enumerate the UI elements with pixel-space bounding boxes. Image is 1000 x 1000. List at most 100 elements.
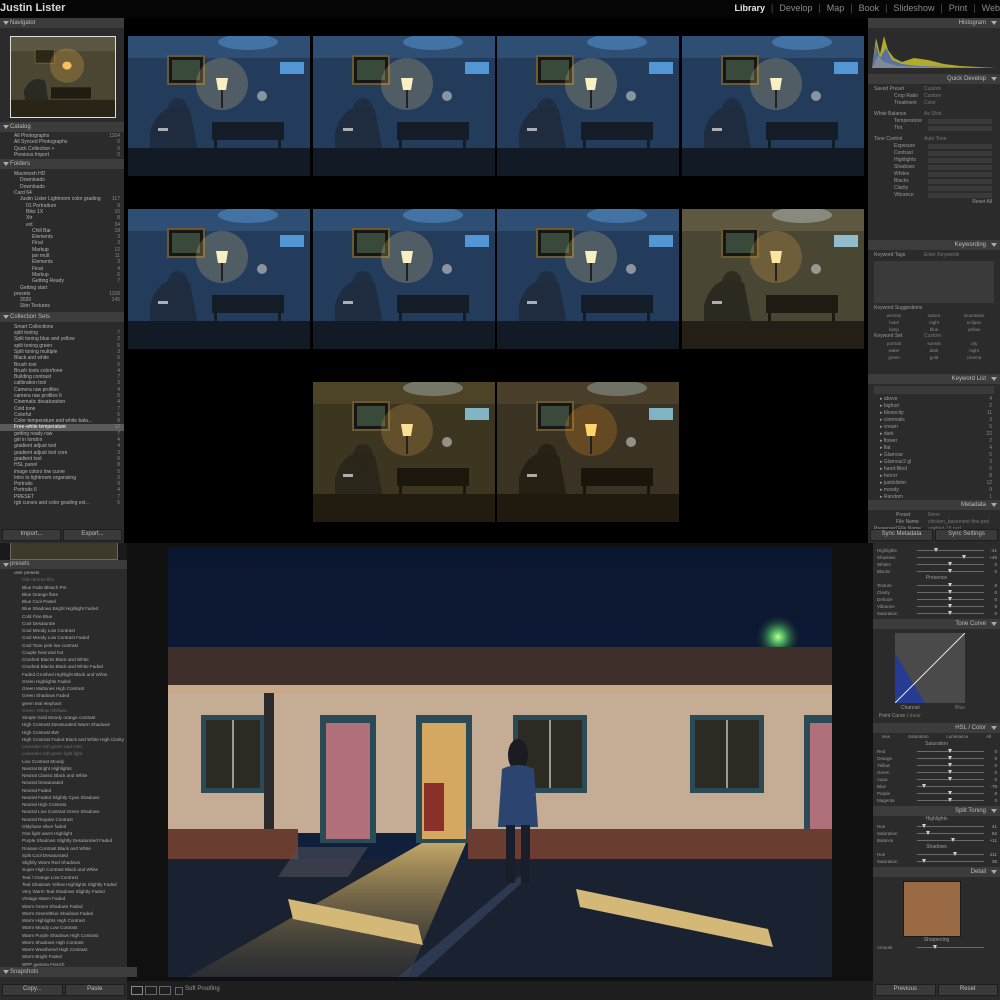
- grid-thumbnail[interactable]: [497, 382, 680, 522]
- loupe-view-icon[interactable]: [131, 986, 143, 995]
- tone-curve-header[interactable]: Tone Curve: [873, 619, 1000, 629]
- tone-row[interactable]: Whites: [868, 171, 1000, 178]
- keyword-tags-row[interactable]: Keyword Tags Enter Keywords: [868, 252, 1000, 259]
- module-develop[interactable]: Develop: [779, 3, 812, 13]
- keyword-list-item[interactable]: ▸ flower 2: [868, 438, 1000, 445]
- tone-row[interactable]: Blacks: [868, 178, 1000, 185]
- grid-thumbnail[interactable]: [128, 36, 311, 176]
- module-print[interactable]: Print: [949, 3, 968, 13]
- folders-header[interactable]: Folders: [0, 159, 124, 170]
- slider-knob-icon[interactable]: [947, 777, 952, 781]
- hsl-slider[interactable]: Magenta 0: [873, 797, 1000, 804]
- keyword-suggestion[interactable]: lamp: [874, 326, 914, 333]
- basic-slider[interactable]: Shadows +45: [873, 554, 1000, 561]
- split-toning-header[interactable]: Split Toning: [873, 806, 1000, 816]
- tone-row[interactable]: Vibrance: [868, 192, 1000, 199]
- preset-item[interactable]: Cool Moody Low Contrast Faded: [0, 634, 127, 641]
- wb-row-buttons[interactable]: [928, 119, 992, 124]
- split-highlight-slider[interactable]: Saturation 62: [873, 830, 1000, 837]
- slider-knob-icon[interactable]: [934, 548, 939, 552]
- keyword-list-item[interactable]: ▸ Glamour2 gl 3: [868, 459, 1000, 466]
- develop-photo[interactable]: [168, 547, 832, 977]
- collection-item[interactable]: rgb curves and color grading ext... 6: [0, 500, 124, 506]
- keyword-list-header[interactable]: Keyword List: [868, 374, 1000, 384]
- catalog-item[interactable]: Previous Import 0: [0, 152, 124, 158]
- keyword-suggestion[interactable]: nature: [914, 312, 954, 319]
- point-curve-row[interactable]: Point Curve Linear: [873, 713, 1000, 720]
- slider-knob-icon[interactable]: [947, 770, 952, 774]
- tone-row[interactable]: Contrast: [868, 150, 1000, 157]
- detail-header[interactable]: Detail: [873, 867, 1000, 877]
- keyword-suggestion[interactable]: yellow: [954, 326, 994, 333]
- preset-item[interactable]: Blue Cool Pastel: [0, 598, 127, 605]
- preset-item[interactable]: Warm Green Shadows Faded: [0, 903, 127, 910]
- sync-settings-button[interactable]: Sync Settings: [935, 529, 998, 541]
- folder-item[interactable]: Skin Textures: [0, 303, 124, 309]
- preset-item[interactable]: Warm Shadows High Contrast: [0, 939, 127, 946]
- slider-knob-icon[interactable]: [947, 597, 952, 601]
- grid-thumbnail[interactable]: [497, 209, 680, 349]
- hsl-slider[interactable]: Yellow 0: [873, 762, 1000, 769]
- preset-item[interactable]: Neutral High Contrast: [0, 801, 127, 808]
- preset-item[interactable]: Super High Contrast Black and White: [0, 866, 127, 873]
- hsl-slider[interactable]: Red 0: [873, 748, 1000, 755]
- keyword-list-item[interactable]: ▸ moody 9: [868, 487, 1000, 494]
- preset-item[interactable]: Cool Desaturate: [0, 620, 127, 627]
- presence-slider[interactable]: Dehaze 0: [873, 596, 1000, 603]
- keyword-list-item[interactable]: ▸ hand-filled 6: [868, 466, 1000, 473]
- hsl-tab[interactable]: Hue: [882, 733, 890, 741]
- slider-knob-icon[interactable]: [947, 763, 952, 767]
- reset-all-button[interactable]: Reset All: [868, 199, 1000, 206]
- preset-item[interactable]: Teal / Orange Low Contrast: [0, 874, 127, 881]
- preset-item[interactable]: Split Cool Desaturated: [0, 852, 127, 859]
- preset-item[interactable]: Neutral Desaturated: [0, 779, 127, 786]
- module-slideshow[interactable]: Slideshow: [893, 3, 934, 13]
- keyword-set-item[interactable]: gold: [914, 354, 954, 361]
- keyword-list-item[interactable]: ▸ Glamour 5: [868, 452, 1000, 459]
- presence-slider[interactable]: Saturation 0: [873, 610, 1000, 617]
- hsl-tab[interactable]: Saturation: [908, 733, 929, 741]
- preset-item[interactable]: Couple heat and hot: [0, 649, 127, 656]
- preset-item[interactable]: Lavender soft green and mint: [0, 743, 127, 750]
- presence-slider[interactable]: Vibrance 0: [873, 603, 1000, 610]
- previous-button[interactable]: Previous: [875, 984, 936, 996]
- tone-curve-graph[interactable]: [895, 633, 965, 703]
- split-shadow-slider[interactable]: Hue 211: [873, 851, 1000, 858]
- keyword-list-item[interactable]: ▸ blonecity 11: [868, 410, 1000, 417]
- keyword-suggestion[interactable]: hotel: [874, 319, 914, 326]
- keyword-list-item[interactable]: ▸ horror 8: [868, 473, 1000, 480]
- slider-knob-icon[interactable]: [933, 945, 937, 949]
- keyword-set-item[interactable]: night: [954, 347, 994, 354]
- preset-item[interactable]: Cold Fine Blue: [0, 613, 127, 620]
- preset-item[interactable]: Oldyhaze silver faded: [0, 823, 127, 830]
- hsl-slider[interactable]: Orange 0: [873, 755, 1000, 762]
- preset-item[interactable]: High Contrast Desaturated Warm Shadows: [0, 721, 127, 728]
- navigator-preview[interactable]: [10, 36, 116, 118]
- preset-item[interactable]: Neutral Regular Contrast: [0, 816, 127, 823]
- wb-row[interactable]: Tint: [868, 125, 1000, 132]
- survey-view-icon[interactable]: [159, 986, 171, 995]
- preset-item[interactable]: user presets: [0, 569, 127, 576]
- preset-item[interactable]: Very Warm Teal Shadows Slightly Faded: [0, 888, 127, 895]
- tone-control-row[interactable]: Tone Control Auto Tone: [868, 136, 1000, 143]
- slider-knob-icon[interactable]: [951, 838, 956, 842]
- keyword-list-item[interactable]: ▸ dark 22: [868, 431, 1000, 438]
- slider-knob-icon[interactable]: [947, 583, 952, 587]
- grid-thumbnail[interactable]: [312, 36, 495, 176]
- preset-item[interactable]: Blue Orange flare: [0, 591, 127, 598]
- preset-item[interactable]: Low Contrast Moody: [0, 758, 127, 765]
- basic-slider[interactable]: Highlights -41: [873, 547, 1000, 554]
- tone-row-buttons[interactable]: [928, 179, 992, 184]
- tone-row-buttons[interactable]: [928, 172, 992, 177]
- preset-item[interactable]: Old chrome film: [0, 576, 127, 583]
- grid-thumbnail[interactable]: [681, 209, 864, 349]
- slider-knob-icon[interactable]: [962, 555, 967, 559]
- keyword-set-item[interactable]: portrait: [874, 340, 914, 347]
- preset-item[interactable]: Simple Gold Moody orange contrast: [0, 714, 127, 721]
- keyword-tags-input[interactable]: [874, 261, 994, 303]
- channel-row[interactable]: Channel Blue: [895, 705, 997, 712]
- hsl-slider[interactable]: Green 0: [873, 769, 1000, 776]
- preset-item[interactable]: Teal Shadows Yellow Highlights Slightly …: [0, 881, 127, 888]
- slider-knob-icon[interactable]: [922, 824, 927, 828]
- wb-row-buttons[interactable]: [928, 126, 992, 131]
